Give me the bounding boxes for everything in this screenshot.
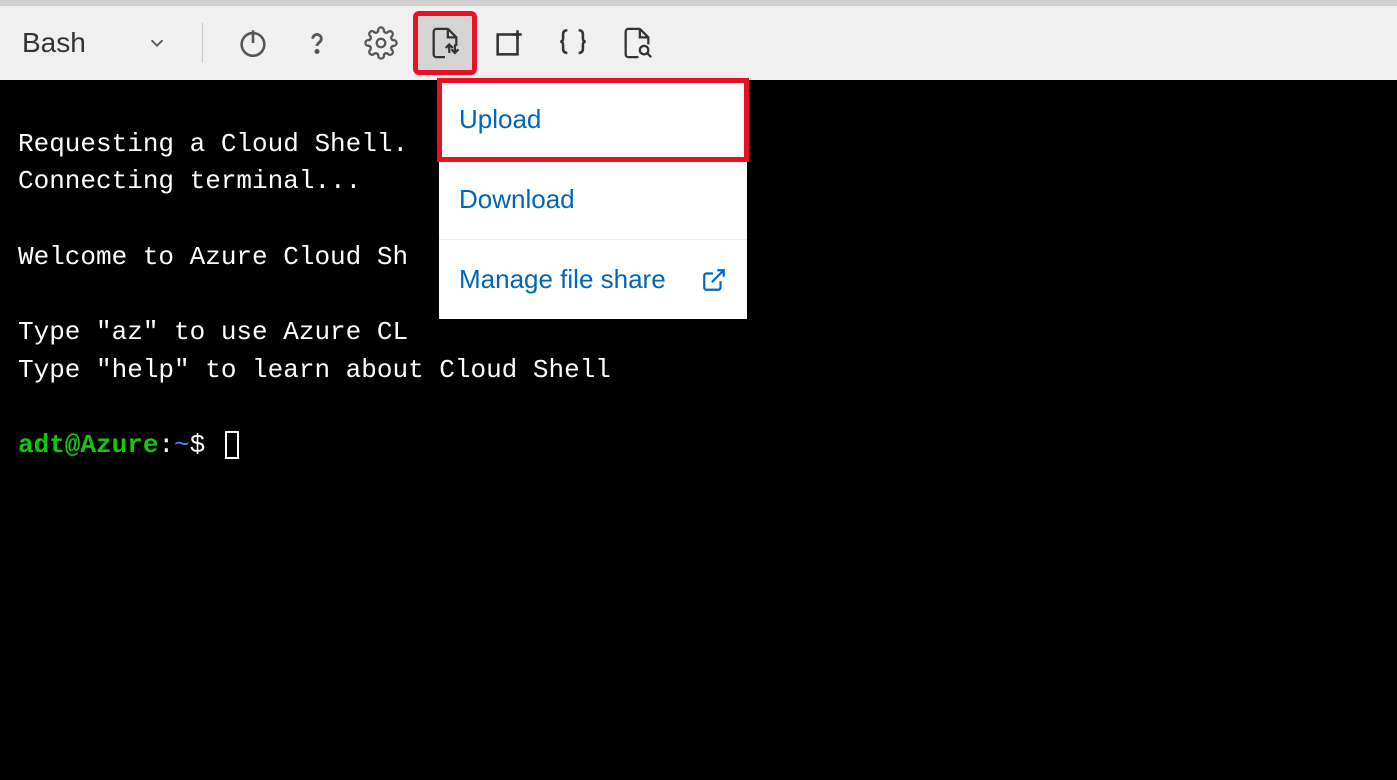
gear-icon <box>364 26 398 60</box>
external-link-icon <box>701 267 727 293</box>
prompt-separator: : <box>158 430 174 460</box>
file-transfer-dropdown: Upload Download Manage file share <box>439 80 747 319</box>
download-label: Download <box>459 184 575 215</box>
cloud-shell-toolbar: Bash <box>0 0 1397 80</box>
prompt-user-host: adt@Azure <box>18 430 158 460</box>
new-session-icon <box>492 26 526 60</box>
upload-menu-item[interactable]: Upload <box>439 80 747 160</box>
terminal-line: Connecting terminal... <box>18 166 361 196</box>
new-session-button[interactable] <box>481 15 537 71</box>
download-menu-item[interactable]: Download <box>439 160 747 240</box>
manage-file-share-label: Manage file share <box>459 264 666 295</box>
terminal-line: Requesting a Cloud Shell. <box>18 129 408 159</box>
terminal-line: Welcome to Azure Cloud Sh <box>18 242 408 272</box>
shell-selector[interactable]: Bash <box>18 23 180 63</box>
toolbar-divider <box>202 23 203 63</box>
upload-download-button[interactable] <box>417 15 473 71</box>
help-button[interactable] <box>289 15 345 71</box>
terminal-line: Type "help" to learn about Cloud Shell <box>18 355 611 385</box>
terminal-cursor <box>225 431 239 459</box>
file-transfer-icon <box>428 26 462 60</box>
upload-label: Upload <box>459 104 541 135</box>
prompt-path: ~ <box>174 430 190 460</box>
restart-button[interactable] <box>225 15 281 71</box>
help-icon <box>300 26 334 60</box>
web-preview-button[interactable] <box>609 15 665 71</box>
terminal-line: Type "az" to use Azure CL <box>18 317 408 347</box>
editor-button[interactable] <box>545 15 601 71</box>
prompt-symbol: $ <box>190 430 206 460</box>
chevron-down-icon <box>146 32 168 54</box>
settings-button[interactable] <box>353 15 409 71</box>
file-search-icon <box>620 26 654 60</box>
shell-selector-label: Bash <box>22 27 86 59</box>
power-icon <box>236 26 270 60</box>
manage-file-share-menu-item[interactable]: Manage file share <box>439 240 747 319</box>
braces-icon <box>556 26 590 60</box>
